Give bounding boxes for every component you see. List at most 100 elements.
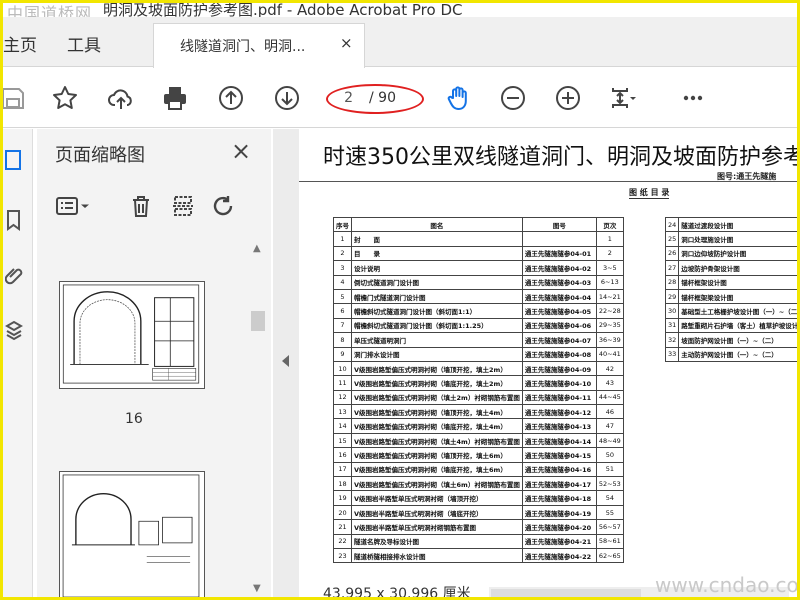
table-cell: 通王先隧施隧参04-02 — [521, 260, 597, 276]
hand-tool-icon[interactable] — [443, 82, 475, 114]
table-cell: 20 — [333, 504, 352, 521]
table-cell: 6~13 — [595, 274, 624, 290]
table-cell: 洞口边仰坡防护设计图 — [678, 245, 797, 262]
header-cell: 序号 — [333, 216, 352, 233]
table-cell: 42 — [595, 360, 624, 377]
table-cell: 22~28 — [595, 303, 624, 319]
document-view[interactable]: 时速350公里双线隧道洞门、明洞及坡面防护参考图 图号:通王先隧施 图 纸 目 … — [299, 129, 797, 600]
table-cell: 封 面 — [351, 231, 523, 247]
fit-page-icon[interactable] — [607, 82, 639, 114]
panel-scrollbar[interactable]: ▲ ▼ — [249, 239, 267, 597]
scroll-up-icon[interactable]: ▲ — [253, 243, 261, 254]
table-cell: 通王先隧施隧参04-08 — [521, 346, 597, 362]
table-cell: 36~39 — [595, 332, 624, 348]
table-cell: Ⅴ级围岩路堑偏压式明洞衬砌（墙底开挖，填土2m） — [351, 375, 523, 391]
table-cell: 8 — [333, 332, 352, 348]
table-row: 3 设计说明 通王先隧施隧参04-02 3~5 — [333, 260, 624, 276]
print-icon[interactable] — [159, 82, 191, 114]
more-icon[interactable] — [677, 82, 709, 114]
table-cell: 5 — [333, 288, 352, 305]
table-cell: 14~21 — [595, 288, 624, 305]
collapse-arrow-icon[interactable] — [282, 355, 289, 367]
table-row: 1封 面1 — [333, 231, 624, 247]
zoom-out-icon[interactable] — [497, 82, 529, 114]
table-cell: Ⅴ级围岩路堑偏压式明洞衬砌（墙顶开挖，填土6m） — [351, 447, 523, 463]
table-cell: 通王先隧施隧参04-04 — [521, 288, 597, 305]
table-row: 18 Ⅴ级围岩路堑偏压式明洞衬砌（填土6m）衬砌钢筋布置图 通王先隧施隧参04-17… — [333, 476, 624, 492]
tab-home[interactable]: 主页 — [3, 31, 37, 56]
table-row: 30 基础型土工格栅护坡设计图（一）~（二） — [664, 303, 797, 319]
table-cell: 3 — [333, 260, 352, 276]
close-panel-icon[interactable]: × — [231, 137, 251, 165]
page-thumbnails-icon[interactable] — [5, 149, 23, 171]
table-cell: 44~45 — [595, 389, 624, 406]
layers-icon[interactable] — [4, 319, 24, 341]
table-cell: 通王先隧施隧参04-06 — [521, 317, 597, 334]
upload-cloud-icon[interactable] — [105, 82, 137, 114]
delete-page-icon[interactable] — [129, 193, 153, 219]
table-row: 25 洞口处理施设计图 — [664, 231, 797, 247]
table-cell: 锚杆框架设计图 — [678, 274, 797, 290]
document-tab[interactable]: 线隧道洞门、明洞... × — [153, 23, 365, 68]
table-cell: 通王先隧施隧参04-19 — [521, 504, 597, 521]
bookmarks-icon[interactable] — [5, 209, 23, 231]
scrollbar-thumb[interactable] — [251, 311, 265, 331]
page-thumbnail[interactable] — [59, 281, 205, 389]
table-cell: 通王先隧施隧参04-13 — [521, 418, 597, 434]
table-cell: 2 — [333, 245, 352, 262]
navigation-pane-strip — [3, 129, 33, 597]
table-cell: 洞口处理施设计图 — [678, 231, 797, 247]
next-page-icon[interactable] — [271, 82, 303, 114]
table-row: 6 帽檐斜切式隧道洞门设计图（斜切面1:1） 通王先隧施隧参04-05 22~28 — [333, 303, 624, 319]
table-cell: 设计说明 — [351, 260, 523, 276]
table-cell: 通王先隧施隧参04-09 — [521, 360, 597, 377]
page-thumbnail[interactable] — [59, 471, 205, 597]
table-cell: 通王先隧施隧参04-18 — [521, 490, 597, 506]
rotate-page-icon[interactable] — [211, 193, 235, 219]
table-cell: 47 — [595, 418, 624, 434]
table-cell: 通王先隧施隧参04-10 — [521, 375, 597, 391]
table-row: 15 Ⅴ级围岩路堑偏压式明洞衬砌（填土4m）衬砌钢筋布置图 通王先隧施隧参04-14… — [333, 432, 624, 449]
zoom-in-icon[interactable] — [552, 82, 584, 114]
close-tab-icon[interactable]: × — [340, 34, 353, 52]
table-cell: 7 — [333, 317, 352, 334]
table-cell: 9 — [333, 346, 352, 362]
table-cell: 50 — [595, 447, 624, 463]
table-cell: 27 — [664, 260, 680, 276]
table-cell: 隧道桥隧相接排水设计图 — [351, 547, 523, 564]
table-cell: 54 — [595, 490, 624, 506]
table-cell: 隧道名牌及导标设计图 — [351, 533, 523, 549]
table-cell: 21 — [333, 519, 352, 535]
table-cell: 31 — [664, 317, 680, 334]
table-cell: 29 — [664, 288, 680, 305]
table-cell: 倒切式隧道洞门设计图 — [351, 274, 523, 290]
scrollbar-thumb[interactable] — [491, 589, 641, 597]
thumbnail-options-icon[interactable] — [55, 193, 91, 219]
prev-page-icon[interactable] — [215, 82, 247, 114]
table-cell: 16 — [333, 447, 352, 463]
panel-title: 页面缩略图 — [55, 145, 145, 166]
extract-page-icon[interactable] — [171, 193, 195, 219]
save-icon[interactable] — [3, 82, 29, 114]
scroll-down-icon[interactable]: ▼ — [253, 583, 261, 594]
table-cell: 18 — [333, 476, 352, 492]
table-header-row: 序号 图名 图号 页次 — [333, 216, 624, 233]
table-cell: 通王先隧施隧参04-03 — [521, 274, 597, 290]
table-cell: 通王先隧施隧参04-01 — [521, 245, 597, 262]
table-row: 24 隧道过渡段设计图 — [664, 216, 797, 233]
table-cell: Ⅴ级围岩路堑偏压式明洞衬砌（墙顶开挖，填土2m） — [351, 360, 523, 377]
panel-splitter[interactable] — [273, 129, 299, 597]
table-cell: Ⅴ级围岩半路堑单压式明洞衬砌（墙顶开挖） — [351, 490, 523, 506]
table-row: 26 洞口边仰坡防护设计图 — [664, 245, 797, 262]
table-cell: 32 — [664, 332, 680, 348]
table-cell: 15 — [333, 432, 352, 449]
attachments-icon[interactable] — [4, 263, 23, 285]
bookmark-star-icon[interactable] — [49, 82, 81, 114]
table-cell: 通王先隧施隧参04-16 — [521, 461, 597, 478]
table-cell — [521, 231, 597, 247]
table-cell: 62~65 — [595, 547, 624, 564]
tab-tools[interactable]: 工具 — [67, 31, 101, 56]
table-cell: 单压式隧道明洞门 — [351, 332, 523, 348]
header-cell: 图名 — [351, 216, 523, 233]
page-dimensions: 43.995 x 30.996 厘米 — [323, 586, 471, 600]
